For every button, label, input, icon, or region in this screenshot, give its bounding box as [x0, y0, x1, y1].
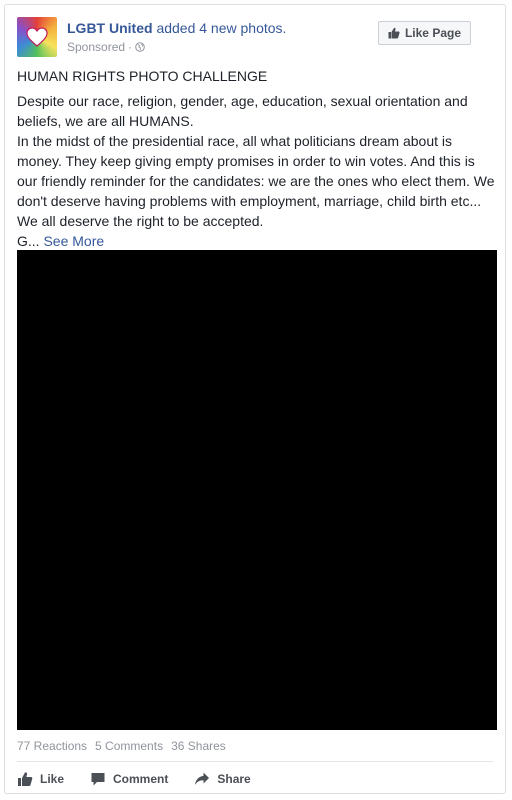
post-actions: Like Comment Share: [17, 769, 251, 789]
post-title: HUMAN RIGHTS PHOTO CHALLENGE: [17, 68, 268, 84]
like-page-label: Like Page: [404, 26, 461, 40]
comment-icon: [91, 773, 105, 786]
page-avatar[interactable]: [17, 17, 57, 57]
thumbs-up-icon: [18, 772, 33, 786]
like-label: Like: [40, 772, 65, 786]
post-stats: 77 Reactions 5 Comments 36 Shares: [17, 739, 226, 753]
post-body-text: Despite our race, religion, gender, age,…: [17, 93, 495, 249]
comments-count[interactable]: 5 Comments: [95, 739, 163, 753]
comment-button[interactable]: Comment: [90, 769, 168, 789]
like-page-button[interactable]: Like Page: [377, 21, 471, 45]
post-card: LGBT United added 4 new photos. Sponsore…: [4, 4, 506, 794]
shares-count[interactable]: 36 Shares: [171, 739, 226, 753]
thumbs-up-icon: [388, 27, 400, 39]
reactions-count[interactable]: 77 Reactions: [17, 739, 87, 753]
post-meta: Sponsored ·: [67, 39, 145, 55]
actions-divider: [17, 761, 493, 762]
see-more-link[interactable]: See More: [43, 233, 104, 249]
share-icon: [195, 772, 210, 785]
share-button[interactable]: Share: [194, 769, 251, 789]
meta-separator: ·: [128, 40, 133, 54]
author-name-link[interactable]: LGBT United: [67, 20, 153, 36]
like-button[interactable]: Like: [17, 769, 64, 789]
globe-icon: [135, 42, 145, 52]
post-text: Despite our race, religion, gender, age,…: [17, 91, 495, 251]
share-label: Share: [217, 772, 251, 786]
comment-label: Comment: [113, 772, 169, 786]
author-line: LGBT United added 4 new photos.: [67, 19, 286, 37]
sponsored-label[interactable]: Sponsored: [67, 39, 125, 55]
post-header: LGBT United added 4 new photos. Sponsore…: [17, 17, 493, 61]
post-photo[interactable]: [17, 250, 497, 730]
author-action-text[interactable]: added 4 new photos.: [156, 20, 286, 36]
heart-logo-icon: [26, 27, 48, 47]
